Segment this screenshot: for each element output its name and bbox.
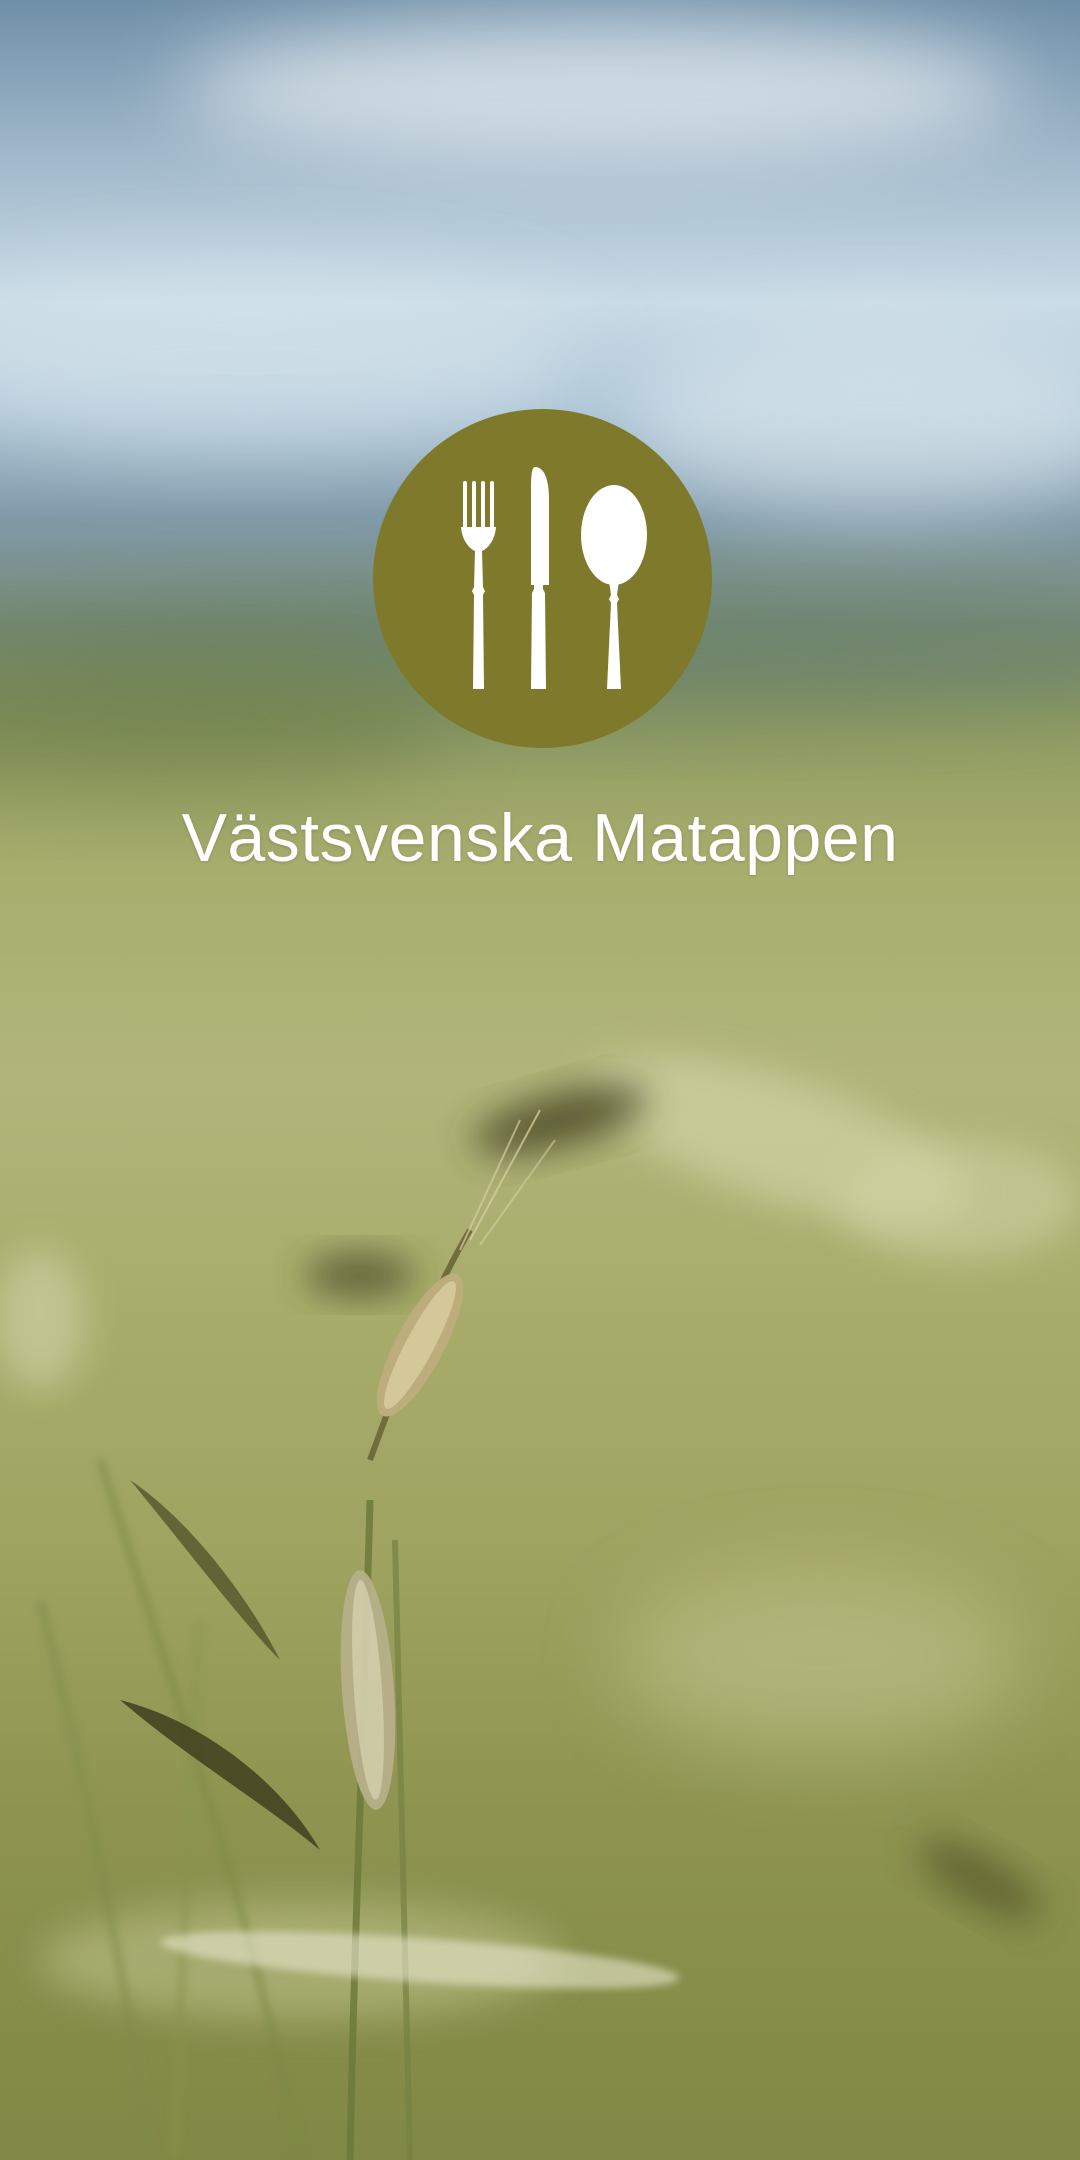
app-logo xyxy=(373,409,712,748)
wheat-field-background xyxy=(0,20,1080,2160)
cutlery-icon xyxy=(461,467,647,689)
splash-background xyxy=(0,0,1080,2160)
app-title: Västsvenska Matappen xyxy=(181,800,899,876)
